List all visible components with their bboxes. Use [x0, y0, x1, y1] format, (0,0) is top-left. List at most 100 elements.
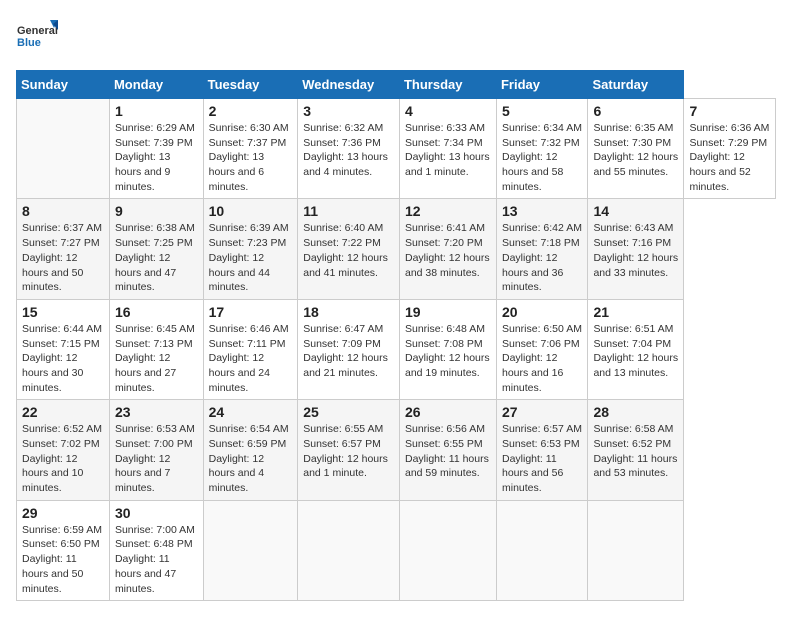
logo-bird-icon: General Blue	[16, 16, 58, 58]
svg-text:Blue: Blue	[17, 37, 41, 49]
logo-container: General Blue	[16, 16, 58, 58]
day-info: Sunrise: 7:00 AM Sunset: 6:48 PM Dayligh…	[115, 523, 198, 596]
calendar-day-cell: 8 Sunrise: 6:37 AM Sunset: 7:27 PM Dayli…	[17, 199, 110, 299]
day-number: 17	[209, 304, 293, 320]
calendar-day-cell: 18 Sunrise: 6:47 AM Sunset: 7:09 PM Dayl…	[298, 299, 400, 399]
calendar-day-cell	[496, 500, 587, 600]
calendar-day-cell: 23 Sunrise: 6:53 AM Sunset: 7:00 PM Dayl…	[109, 400, 203, 500]
calendar-day-cell: 10 Sunrise: 6:39 AM Sunset: 7:23 PM Dayl…	[203, 199, 298, 299]
calendar-day-cell: 1 Sunrise: 6:29 AM Sunset: 7:39 PM Dayli…	[109, 99, 203, 199]
day-number: 30	[115, 505, 198, 521]
calendar-day-cell: 30 Sunrise: 7:00 AM Sunset: 6:48 PM Dayl…	[109, 500, 203, 600]
day-number: 1	[115, 103, 198, 119]
day-number: 23	[115, 404, 198, 420]
day-of-week-header: Tuesday	[203, 71, 298, 99]
day-number: 5	[502, 103, 582, 119]
day-info: Sunrise: 6:50 AM Sunset: 7:06 PM Dayligh…	[502, 322, 582, 395]
calendar-day-cell: 26 Sunrise: 6:56 AM Sunset: 6:55 PM Dayl…	[399, 400, 496, 500]
calendar-day-cell: 2 Sunrise: 6:30 AM Sunset: 7:37 PM Dayli…	[203, 99, 298, 199]
calendar-day-cell: 22 Sunrise: 6:52 AM Sunset: 7:02 PM Dayl…	[17, 400, 110, 500]
calendar-week-row: 1 Sunrise: 6:29 AM Sunset: 7:39 PM Dayli…	[17, 99, 776, 199]
day-number: 26	[405, 404, 491, 420]
day-number: 7	[689, 103, 770, 119]
day-number: 16	[115, 304, 198, 320]
day-info: Sunrise: 6:56 AM Sunset: 6:55 PM Dayligh…	[405, 422, 491, 481]
day-info: Sunrise: 6:40 AM Sunset: 7:22 PM Dayligh…	[303, 221, 394, 280]
day-info: Sunrise: 6:39 AM Sunset: 7:23 PM Dayligh…	[209, 221, 293, 294]
day-number: 13	[502, 203, 582, 219]
day-of-week-header: Sunday	[17, 71, 110, 99]
day-info: Sunrise: 6:38 AM Sunset: 7:25 PM Dayligh…	[115, 221, 198, 294]
day-of-week-header: Saturday	[588, 71, 684, 99]
day-number: 29	[22, 505, 104, 521]
calendar-day-cell: 27 Sunrise: 6:57 AM Sunset: 6:53 PM Dayl…	[496, 400, 587, 500]
calendar-day-cell	[203, 500, 298, 600]
day-number: 3	[303, 103, 394, 119]
day-number: 10	[209, 203, 293, 219]
day-of-week-header: Wednesday	[298, 71, 400, 99]
day-info: Sunrise: 6:55 AM Sunset: 6:57 PM Dayligh…	[303, 422, 394, 481]
day-info: Sunrise: 6:29 AM Sunset: 7:39 PM Dayligh…	[115, 121, 198, 194]
calendar-day-cell: 5 Sunrise: 6:34 AM Sunset: 7:32 PM Dayli…	[496, 99, 587, 199]
day-info: Sunrise: 6:34 AM Sunset: 7:32 PM Dayligh…	[502, 121, 582, 194]
calendar-day-cell: 17 Sunrise: 6:46 AM Sunset: 7:11 PM Dayl…	[203, 299, 298, 399]
day-info: Sunrise: 6:59 AM Sunset: 6:50 PM Dayligh…	[22, 523, 104, 596]
day-number: 21	[593, 304, 678, 320]
day-number: 11	[303, 203, 394, 219]
calendar-week-row: 15 Sunrise: 6:44 AM Sunset: 7:15 PM Dayl…	[17, 299, 776, 399]
calendar-day-cell: 4 Sunrise: 6:33 AM Sunset: 7:34 PM Dayli…	[399, 99, 496, 199]
calendar-day-cell: 14 Sunrise: 6:43 AM Sunset: 7:16 PM Dayl…	[588, 199, 684, 299]
calendar-day-cell: 28 Sunrise: 6:58 AM Sunset: 6:52 PM Dayl…	[588, 400, 684, 500]
day-info: Sunrise: 6:48 AM Sunset: 7:08 PM Dayligh…	[405, 322, 491, 381]
calendar-day-cell: 13 Sunrise: 6:42 AM Sunset: 7:18 PM Dayl…	[496, 199, 587, 299]
calendar-day-cell: 9 Sunrise: 6:38 AM Sunset: 7:25 PM Dayli…	[109, 199, 203, 299]
calendar-week-row: 22 Sunrise: 6:52 AM Sunset: 7:02 PM Dayl…	[17, 400, 776, 500]
day-info: Sunrise: 6:47 AM Sunset: 7:09 PM Dayligh…	[303, 322, 394, 381]
page-header: General Blue	[16, 16, 776, 58]
calendar-day-cell: 29 Sunrise: 6:59 AM Sunset: 6:50 PM Dayl…	[17, 500, 110, 600]
day-number: 15	[22, 304, 104, 320]
day-info: Sunrise: 6:35 AM Sunset: 7:30 PM Dayligh…	[593, 121, 678, 180]
calendar-day-cell	[298, 500, 400, 600]
day-info: Sunrise: 6:51 AM Sunset: 7:04 PM Dayligh…	[593, 322, 678, 381]
day-number: 14	[593, 203, 678, 219]
day-number: 18	[303, 304, 394, 320]
calendar-week-row: 8 Sunrise: 6:37 AM Sunset: 7:27 PM Dayli…	[17, 199, 776, 299]
calendar-day-cell: 24 Sunrise: 6:54 AM Sunset: 6:59 PM Dayl…	[203, 400, 298, 500]
day-info: Sunrise: 6:33 AM Sunset: 7:34 PM Dayligh…	[405, 121, 491, 180]
calendar-day-cell: 6 Sunrise: 6:35 AM Sunset: 7:30 PM Dayli…	[588, 99, 684, 199]
day-info: Sunrise: 6:41 AM Sunset: 7:20 PM Dayligh…	[405, 221, 491, 280]
day-number: 27	[502, 404, 582, 420]
logo: General Blue	[16, 16, 58, 58]
day-number: 8	[22, 203, 104, 219]
day-number: 22	[22, 404, 104, 420]
calendar-day-cell: 21 Sunrise: 6:51 AM Sunset: 7:04 PM Dayl…	[588, 299, 684, 399]
day-number: 12	[405, 203, 491, 219]
day-info: Sunrise: 6:36 AM Sunset: 7:29 PM Dayligh…	[689, 121, 770, 194]
calendar-day-cell	[399, 500, 496, 600]
day-number: 24	[209, 404, 293, 420]
day-number: 9	[115, 203, 198, 219]
day-info: Sunrise: 6:53 AM Sunset: 7:00 PM Dayligh…	[115, 422, 198, 495]
day-info: Sunrise: 6:43 AM Sunset: 7:16 PM Dayligh…	[593, 221, 678, 280]
calendar-day-cell	[17, 99, 110, 199]
calendar-day-cell: 15 Sunrise: 6:44 AM Sunset: 7:15 PM Dayl…	[17, 299, 110, 399]
day-info: Sunrise: 6:52 AM Sunset: 7:02 PM Dayligh…	[22, 422, 104, 495]
day-number: 2	[209, 103, 293, 119]
day-info: Sunrise: 6:32 AM Sunset: 7:36 PM Dayligh…	[303, 121, 394, 180]
calendar-day-cell: 25 Sunrise: 6:55 AM Sunset: 6:57 PM Dayl…	[298, 400, 400, 500]
day-info: Sunrise: 6:30 AM Sunset: 7:37 PM Dayligh…	[209, 121, 293, 194]
calendar-day-cell: 12 Sunrise: 6:41 AM Sunset: 7:20 PM Dayl…	[399, 199, 496, 299]
calendar-day-cell: 19 Sunrise: 6:48 AM Sunset: 7:08 PM Dayl…	[399, 299, 496, 399]
day-info: Sunrise: 6:58 AM Sunset: 6:52 PM Dayligh…	[593, 422, 678, 481]
calendar-day-cell: 7 Sunrise: 6:36 AM Sunset: 7:29 PM Dayli…	[684, 99, 776, 199]
day-number: 6	[593, 103, 678, 119]
calendar-day-cell	[588, 500, 684, 600]
day-info: Sunrise: 6:44 AM Sunset: 7:15 PM Dayligh…	[22, 322, 104, 395]
calendar-day-cell: 16 Sunrise: 6:45 AM Sunset: 7:13 PM Dayl…	[109, 299, 203, 399]
svg-text:General: General	[17, 25, 58, 37]
day-number: 25	[303, 404, 394, 420]
day-number: 4	[405, 103, 491, 119]
calendar-day-cell: 20 Sunrise: 6:50 AM Sunset: 7:06 PM Dayl…	[496, 299, 587, 399]
day-of-week-header: Thursday	[399, 71, 496, 99]
